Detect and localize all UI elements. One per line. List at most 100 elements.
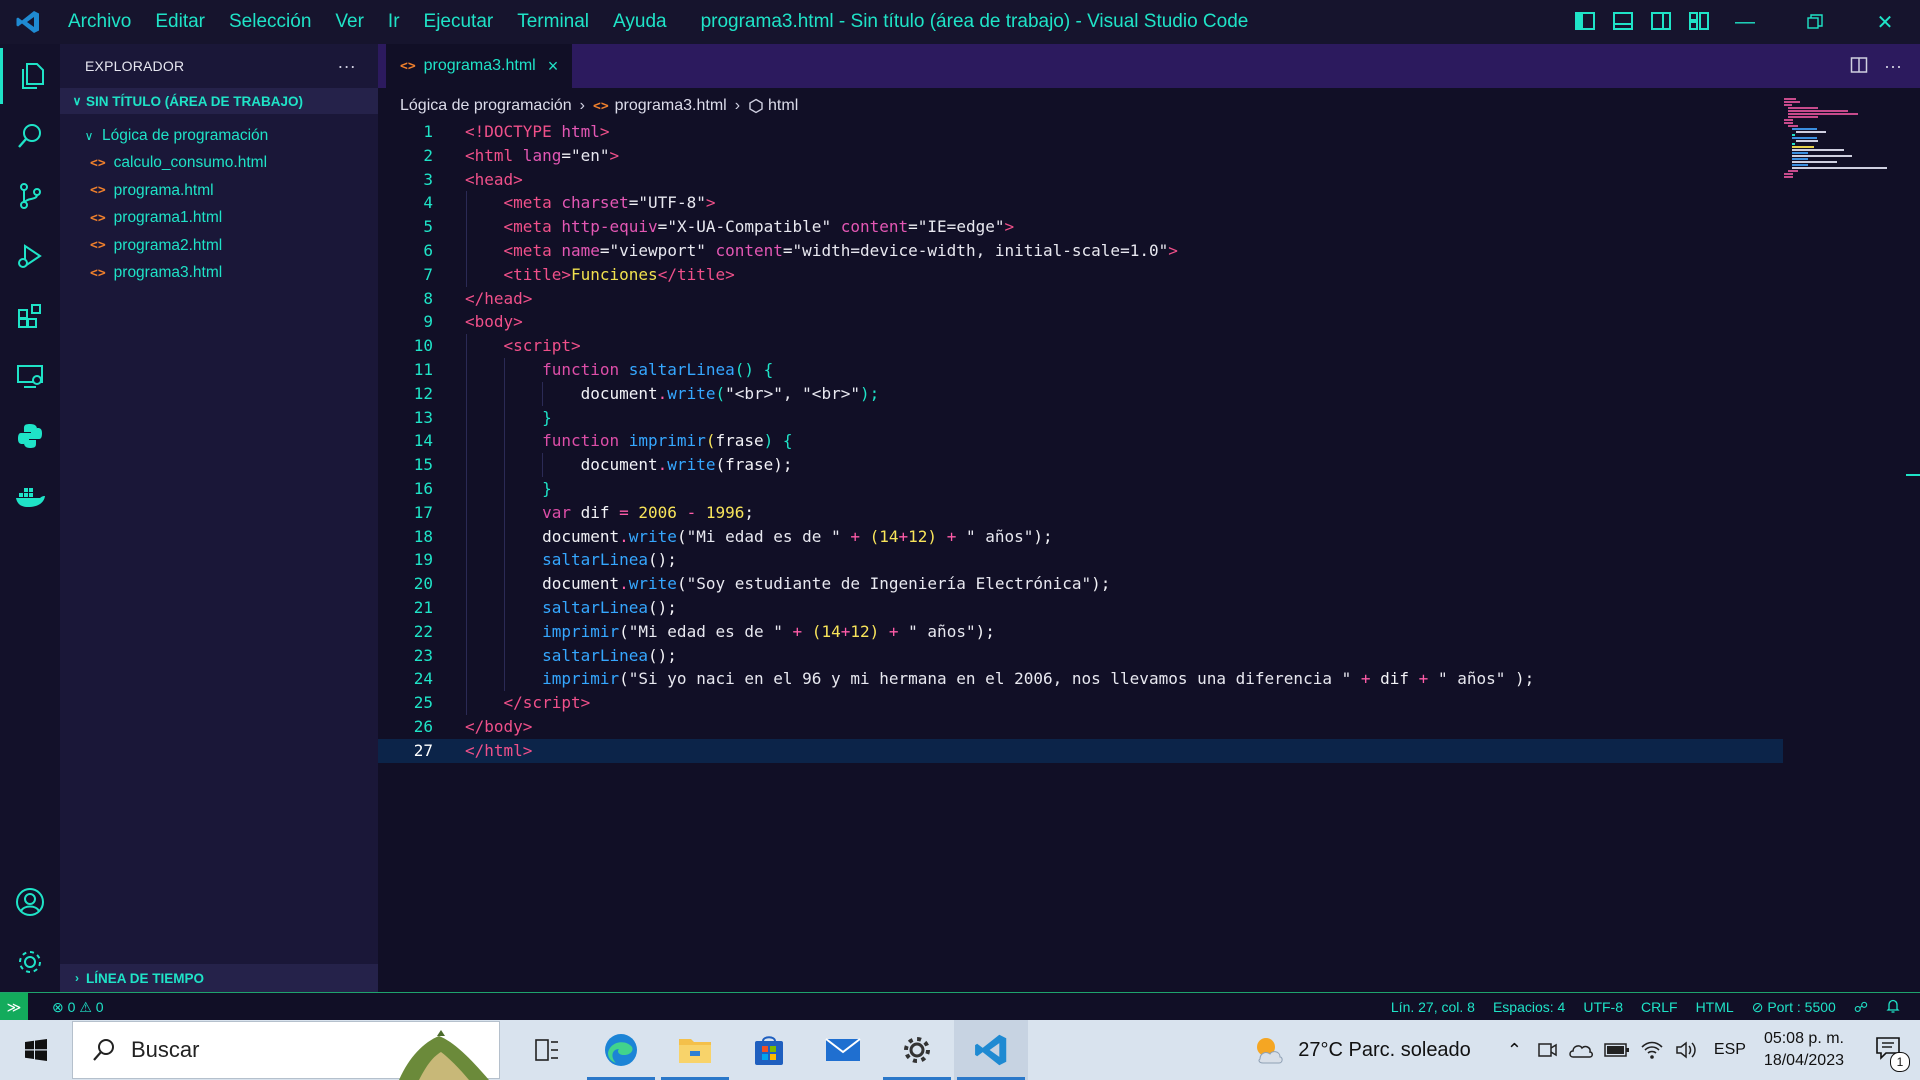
- code-line: 23 saltarLinea();: [378, 643, 1778, 668]
- taskbar-microsoft-store[interactable]: [732, 1020, 806, 1080]
- close-window-button[interactable]: ✕: [1850, 0, 1920, 44]
- split-editor-icon[interactable]: [1850, 56, 1868, 74]
- taskbar-settings[interactable]: [880, 1020, 954, 1080]
- line-ending[interactable]: CRLF: [1641, 999, 1678, 1015]
- taskbar-search-box[interactable]: Buscar: [72, 1021, 500, 1080]
- more-actions-icon[interactable]: ···: [1884, 56, 1902, 77]
- clock[interactable]: 05:08 p. m. 18/04/2023: [1764, 1028, 1844, 1072]
- code-line: 6 <meta name="viewport" content="width=d…: [378, 238, 1778, 263]
- chevron-right-icon: ›: [734, 97, 741, 114]
- status-bar: ≫ ⊗ 0 ⚠ 0 Lín. 27, col. 8 Espacios: 4 UT…: [0, 992, 1920, 1021]
- explorer-sidebar: EXPLORADOR ··· ∨ SIN TÍTULO (ÁREA DE TRA…: [60, 44, 378, 992]
- restore-button[interactable]: [1780, 0, 1850, 44]
- layout-controls: [1574, 10, 1710, 32]
- search-icon[interactable]: [0, 108, 60, 164]
- remote-explorer-icon[interactable]: [0, 348, 60, 404]
- html-file-icon: <>: [593, 98, 609, 114]
- tab-bar: <> programa3.html × ···: [378, 44, 1920, 88]
- explorer-title: EXPLORADOR: [85, 58, 185, 74]
- language-mode[interactable]: HTML: [1696, 999, 1734, 1015]
- settings-gear-icon[interactable]: [0, 934, 60, 990]
- breadcrumb-folder[interactable]: Lógica de programación: [400, 97, 572, 115]
- settings-gear-icon: [904, 1037, 930, 1063]
- file-item-programa3[interactable]: <> programa3.html: [60, 260, 378, 288]
- code-line: 17 var dif = 2006 - 1996;: [378, 500, 1778, 525]
- customize-layout-icon[interactable]: [1688, 10, 1710, 32]
- code-line: 25 </script>: [378, 691, 1778, 715]
- battery-icon[interactable]: [1604, 1041, 1630, 1059]
- title-bar: Archivo Editar Selección Ver Ir Ejecutar…: [0, 0, 1920, 44]
- more-actions-icon[interactable]: ···: [337, 56, 356, 77]
- menu-ver[interactable]: Ver: [323, 11, 376, 33]
- onedrive-cloud-icon[interactable]: [1568, 1040, 1594, 1060]
- menu-archivo[interactable]: Archivo: [56, 11, 143, 33]
- folder-logica[interactable]: ∨ Lógica de programación: [60, 122, 378, 150]
- code-line: 22 imprimir("Mi edad es de " + (14+12) +…: [378, 619, 1778, 644]
- windows-taskbar: Buscar 27°C Parc. soleado ⌃ ESP 05:08 p.…: [0, 1020, 1920, 1080]
- file-item-programa1[interactable]: <> programa1.html: [60, 205, 378, 233]
- timeline-section-header[interactable]: › LÍNEA DE TIEMPO: [60, 964, 378, 992]
- chevron-right-icon: ›: [75, 971, 79, 985]
- code-line: 26 </body>: [413, 716, 533, 736]
- extensions-icon[interactable]: [0, 288, 60, 344]
- taskbar-file-explorer[interactable]: [658, 1020, 732, 1080]
- toggle-secondary-sidebar-icon[interactable]: [1650, 10, 1672, 32]
- html-file-icon: <>: [90, 183, 106, 199]
- chevron-right-icon: ›: [579, 97, 585, 114]
- notifications-bell-icon[interactable]: [1886, 999, 1900, 1016]
- action-center-button[interactable]: 1: [1874, 1035, 1910, 1072]
- feedback-icon[interactable]: ☍: [1854, 999, 1868, 1016]
- indentation[interactable]: Espacios: 4: [1493, 999, 1565, 1015]
- menu-editar[interactable]: Editar: [143, 11, 217, 33]
- meet-now-icon[interactable]: [1536, 1039, 1558, 1061]
- wifi-icon[interactable]: [1640, 1039, 1664, 1061]
- minimap[interactable]: [1782, 96, 1892, 186]
- menu-ejecutar[interactable]: Ejecutar: [412, 11, 506, 33]
- cursor-position[interactable]: Lín. 27, col. 8: [1391, 999, 1475, 1015]
- tab-programa3[interactable]: <> programa3.html ×: [386, 44, 572, 88]
- weather-partly-sunny-icon[interactable]: [1252, 1033, 1286, 1067]
- volume-icon[interactable]: [1674, 1039, 1698, 1061]
- breadcrumb-symbol[interactable]: html: [768, 97, 798, 115]
- docker-icon[interactable]: [0, 468, 60, 524]
- run-debug-icon[interactable]: [0, 228, 60, 284]
- breadcrumb-file[interactable]: programa3.html: [615, 97, 727, 115]
- remote-indicator-icon[interactable]: ≫: [0, 993, 28, 1021]
- taskbar-vscode[interactable]: [954, 1020, 1028, 1080]
- taskbar-edge[interactable]: [584, 1020, 658, 1080]
- input-language[interactable]: ESP: [1714, 1041, 1746, 1059]
- folder-icon: [679, 1039, 711, 1063]
- breadcrumb: Lógica de programación › <> programa3.ht…: [400, 94, 798, 118]
- source-control-icon[interactable]: [0, 168, 60, 224]
- chevron-down-icon: ∨: [84, 128, 94, 143]
- code-line: 10 <script>: [378, 334, 1778, 358]
- menu-ir[interactable]: Ir: [376, 11, 412, 33]
- toggle-primary-sidebar-icon[interactable]: [1574, 10, 1596, 32]
- problems-indicator[interactable]: ⊗ 0 ⚠ 0: [52, 999, 104, 1016]
- edge-browser-icon: [605, 1034, 637, 1066]
- menu-seleccion[interactable]: Selección: [217, 11, 323, 33]
- start-button[interactable]: [0, 1020, 72, 1080]
- file-item-programa[interactable]: <> programa.html: [60, 177, 378, 205]
- close-tab-icon[interactable]: ×: [548, 56, 559, 77]
- weather-text[interactable]: 27°C Parc. soleado: [1298, 1039, 1471, 1062]
- code-editor[interactable]: 1 <!DOCTYPE html> 2 <html lang="en"> 3 <hea…: [378, 120, 1783, 763]
- minimize-button[interactable]: —: [1710, 0, 1780, 44]
- task-view-button[interactable]: [510, 1020, 584, 1080]
- vscode-logo-icon: [975, 1034, 1007, 1066]
- menu-ayuda[interactable]: Ayuda: [601, 11, 679, 33]
- taskbar-mail[interactable]: [806, 1020, 880, 1080]
- file-item-programa2[interactable]: <> programa2.html: [60, 232, 378, 260]
- encoding[interactable]: UTF-8: [1583, 999, 1623, 1015]
- toggle-panel-icon[interactable]: [1612, 10, 1634, 32]
- workspace-section-header[interactable]: ∨ SIN TÍTULO (ÁREA DE TRABAJO): [60, 88, 378, 114]
- menu-terminal[interactable]: Terminal: [505, 11, 601, 33]
- explorer-icon[interactable]: [0, 48, 63, 104]
- live-server-port[interactable]: ⊘ Port : 5500: [1752, 999, 1836, 1016]
- code-line: 5 <meta http-equiv="X-UA-Compatible" con…: [378, 215, 1778, 239]
- file-item-calculo-consumo[interactable]: <> calculo_consumo.html: [60, 150, 378, 178]
- python-icon[interactable]: [0, 408, 60, 464]
- chevron-up-icon[interactable]: ⌃: [1507, 1040, 1522, 1061]
- vscode-logo-icon: [0, 0, 56, 44]
- account-icon[interactable]: [0, 874, 60, 930]
